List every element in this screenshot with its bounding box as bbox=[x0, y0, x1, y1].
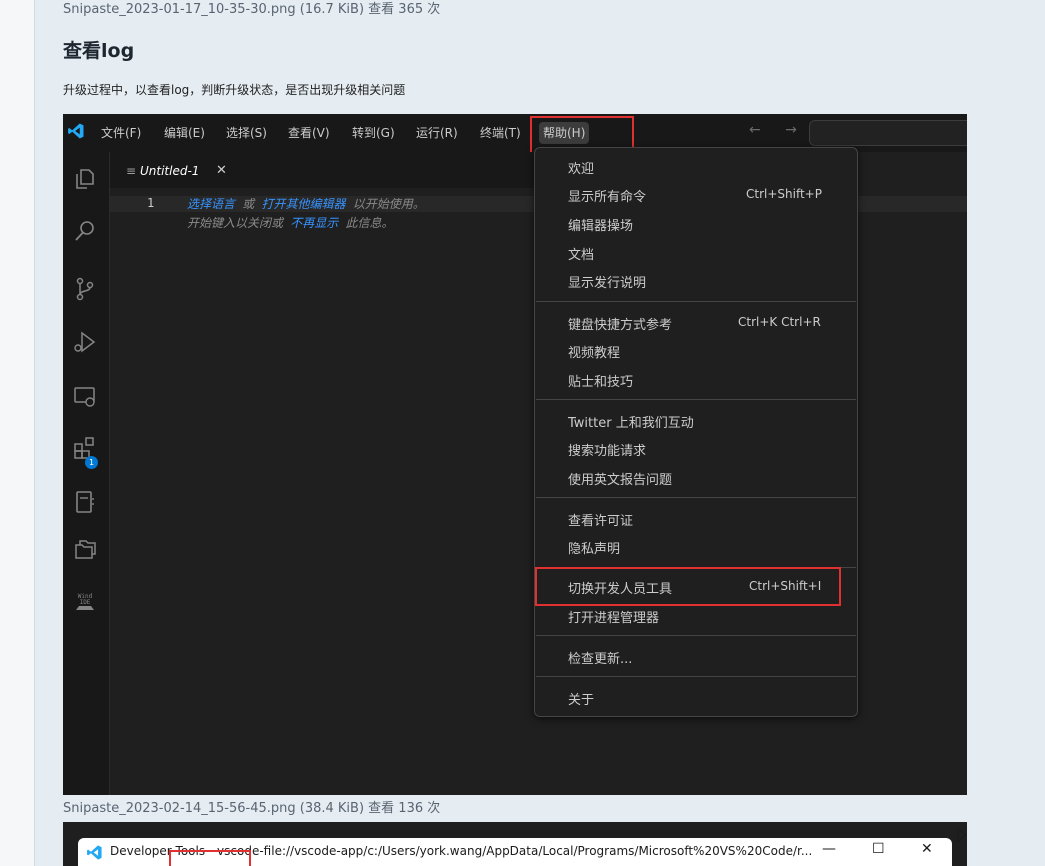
vscode-logo-icon bbox=[87, 845, 102, 860]
explorer-icon[interactable] bbox=[72, 166, 98, 192]
shortcut-keyboard-reference: Ctrl+K Ctrl+R bbox=[738, 315, 821, 329]
menu-item-video-tutorials[interactable]: 视频教程 bbox=[568, 342, 620, 361]
vscode-logo-icon bbox=[68, 123, 84, 139]
tab-title: Untitled-1 bbox=[140, 164, 200, 178]
menu-selection[interactable]: 选择(S) bbox=[226, 114, 267, 152]
minimize-button[interactable]: — bbox=[822, 841, 836, 857]
extensions-badge: 1 bbox=[85, 456, 98, 469]
play-triangle-icon bbox=[957, 828, 967, 842]
menu-item-check-updates[interactable]: 检查更新... bbox=[568, 648, 632, 667]
line-number: 1 bbox=[147, 196, 155, 210]
help-menu-dropdown: 欢迎 显示所有命令 Ctrl+Shift+P 编辑器操场 文档 显示发行说明 键… bbox=[534, 147, 858, 717]
menu-view[interactable]: 查看(V) bbox=[288, 114, 330, 152]
image-caption-top: Snipaste_2023-01-17_10-35-30.png (16.7 K… bbox=[63, 2, 441, 17]
editor-hint-line-2: 开始键入以关闭或 不再显示 此信息。 bbox=[187, 216, 394, 230]
menu-item-about[interactable]: 关于 bbox=[568, 689, 594, 708]
vscode-screenshot: 文件(F) 编辑(E) 选择(S) 查看(V) 转到(G) 运行(R) 终端(T… bbox=[63, 114, 967, 795]
menu-item-show-all-commands[interactable]: 显示所有命令 bbox=[568, 186, 646, 205]
menu-item-twitter[interactable]: Twitter 上和我们互动 bbox=[568, 412, 694, 431]
editor-hint-line-1: 选择语言 或 打开其他编辑器 以开始使用。 bbox=[187, 197, 425, 211]
menu-run[interactable]: 运行(R) bbox=[416, 114, 458, 152]
maximize-button[interactable]: ☐ bbox=[872, 841, 885, 857]
remote-explorer-icon[interactable] bbox=[72, 384, 98, 410]
wind-ide-icon[interactable]: Wind IDE bbox=[72, 590, 98, 616]
menu-item-report-issue[interactable]: 使用英文报告问题 bbox=[568, 469, 672, 488]
menu-edit[interactable]: 编辑(E) bbox=[164, 114, 205, 152]
shortcut-show-all-commands: Ctrl+Shift+P bbox=[746, 187, 822, 201]
source-control-icon[interactable] bbox=[72, 276, 98, 302]
menu-item-tips-and-tricks[interactable]: 贴士和技巧 bbox=[568, 371, 633, 390]
menu-item-editor-playground[interactable]: 编辑器操场 bbox=[568, 215, 633, 234]
run-debug-icon[interactable] bbox=[72, 329, 98, 355]
section-heading: 查看log bbox=[63, 40, 135, 62]
command-center-input[interactable] bbox=[809, 120, 967, 146]
menu-separator bbox=[536, 676, 856, 677]
menu-item-feature-requests[interactable]: 搜索功能请求 bbox=[568, 440, 646, 459]
image-caption-middle: Snipaste_2023-02-14_15-56-45.png (38.4 K… bbox=[63, 801, 441, 816]
file-lines-icon: ≡ bbox=[126, 164, 137, 178]
forum-post: Snipaste_2023-01-17_10-35-30.png (16.7 K… bbox=[0, 0, 1045, 866]
search-icon[interactable] bbox=[72, 218, 98, 244]
dont-show-again-link[interactable]: 不再显示 bbox=[290, 216, 338, 230]
menu-item-privacy-statement[interactable]: 隐私声明 bbox=[568, 538, 620, 557]
notebook-icon[interactable] bbox=[72, 489, 98, 515]
folders-icon[interactable] bbox=[72, 536, 98, 562]
dev-tools-item-highlight bbox=[535, 567, 841, 606]
menu-separator bbox=[536, 635, 856, 636]
activity-bar: 1 Wind IDE bbox=[63, 152, 110, 795]
post-left-gutter bbox=[0, 0, 35, 866]
menu-item-release-notes[interactable]: 显示发行说明 bbox=[568, 272, 646, 291]
devtools-title-highlight bbox=[169, 850, 251, 866]
menu-separator bbox=[536, 497, 856, 498]
close-button[interactable]: ✕ bbox=[921, 841, 933, 857]
svg-text:IDE: IDE bbox=[80, 599, 91, 606]
tab-close-icon[interactable]: ✕ bbox=[216, 163, 227, 178]
menu-terminal[interactable]: 终端(T) bbox=[480, 114, 521, 152]
menu-go[interactable]: 转到(G) bbox=[352, 114, 395, 152]
menu-item-documentation[interactable]: 文档 bbox=[568, 244, 594, 263]
menu-item-view-license[interactable]: 查看许可证 bbox=[568, 510, 633, 529]
section-paragraph: 升级过程中，以查看log，判断升级状态，是否出现升级相关问题 bbox=[63, 83, 406, 97]
open-other-editor-link[interactable]: 打开其他编辑器 bbox=[261, 197, 345, 211]
menu-item-welcome[interactable]: 欢迎 bbox=[568, 158, 594, 177]
menu-separator bbox=[536, 399, 856, 400]
menu-file[interactable]: 文件(F) bbox=[101, 114, 141, 152]
select-language-link[interactable]: 选择语言 bbox=[187, 197, 235, 211]
devtools-screenshot: Developer Tools - vscode-file://vscode-a… bbox=[63, 822, 967, 866]
editor-tab-bar: ≡ Untitled-1 ✕ bbox=[110, 152, 580, 188]
nav-arrows[interactable]: ← → bbox=[749, 122, 807, 138]
menu-item-process-explorer[interactable]: 打开进程管理器 bbox=[568, 607, 659, 626]
menu-item-keyboard-reference[interactable]: 键盘快捷方式参考 bbox=[568, 314, 672, 333]
menu-separator bbox=[536, 301, 856, 302]
